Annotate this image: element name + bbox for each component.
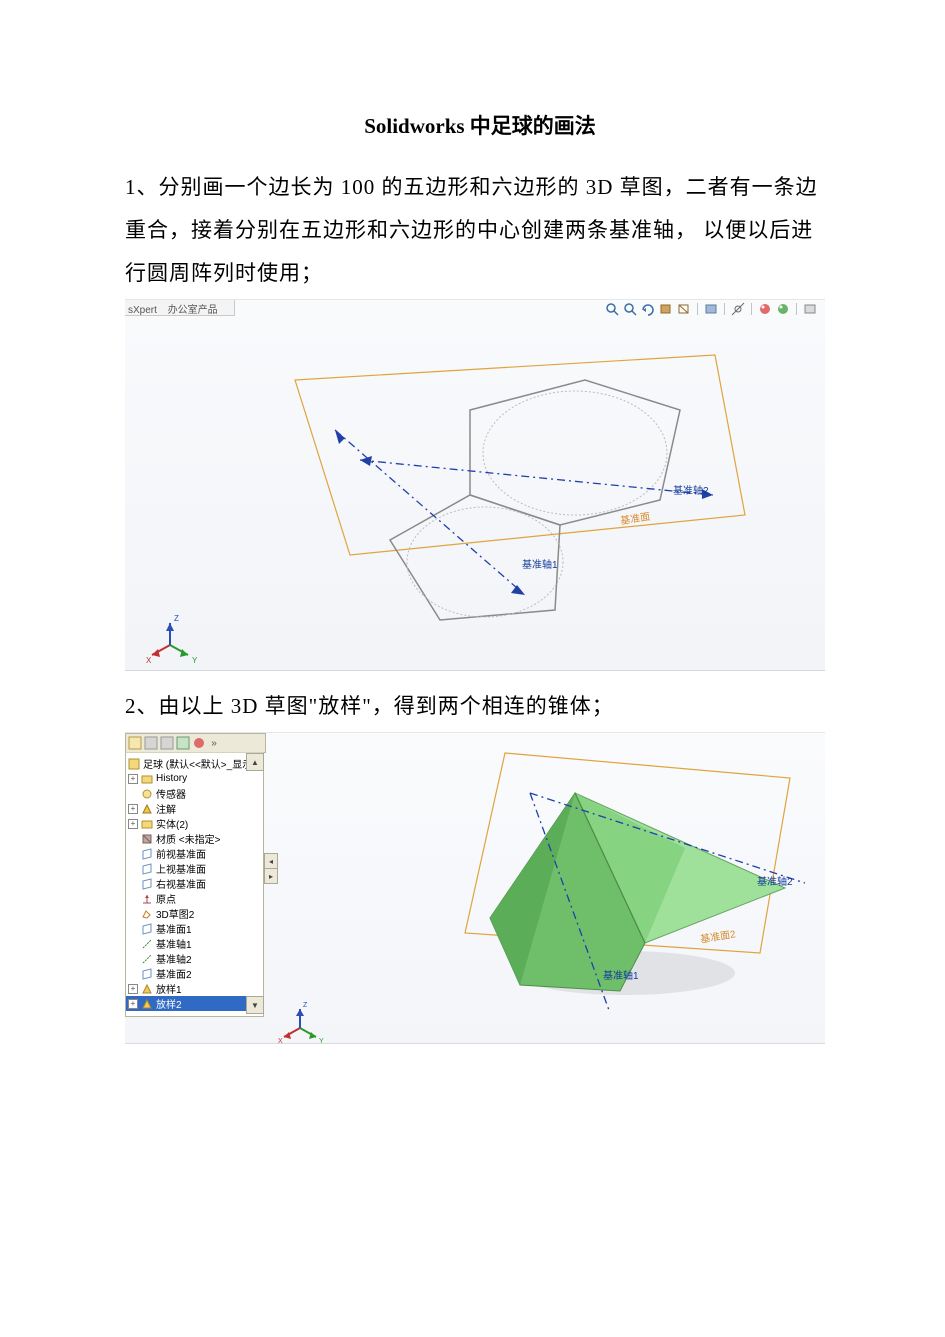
paragraph-2: 2、由以上 3D 草图"放样"，得到两个相连的锥体； (125, 685, 835, 728)
svg-text:X: X (146, 656, 152, 665)
fig1-axis2-label: 基准轴2 (673, 482, 709, 497)
paragraph-1: 1、分别画一个边长为 100 的五边形和六边形的 3D 草图，二者有一条边重合，… (125, 166, 835, 295)
svg-text:Y: Y (192, 656, 198, 665)
page-title: Solidworks 中足球的画法 (125, 110, 835, 140)
figure-2-loft: » 足球 (默认<<默认>_显示状… +History 传感器 +注解 +实体(… (125, 732, 825, 1044)
fig1-viewport: X Y Z (125, 300, 825, 670)
fig1-axis1-label: 基准轴1 (522, 556, 558, 571)
svg-text:Z: Z (303, 1002, 308, 1009)
svg-text:Y: Y (319, 1038, 324, 1043)
fig2-axis1-label: 基准轴1 (603, 967, 639, 982)
svg-text:Z: Z (174, 614, 179, 623)
fig2-viewport: X Y Z (125, 733, 825, 1043)
svg-text:X: X (278, 1038, 283, 1043)
fig2-axis2-label: 基准轴2 (757, 873, 793, 888)
figure-1-3d-sketch: sXpert 办公室产品 (125, 299, 825, 671)
